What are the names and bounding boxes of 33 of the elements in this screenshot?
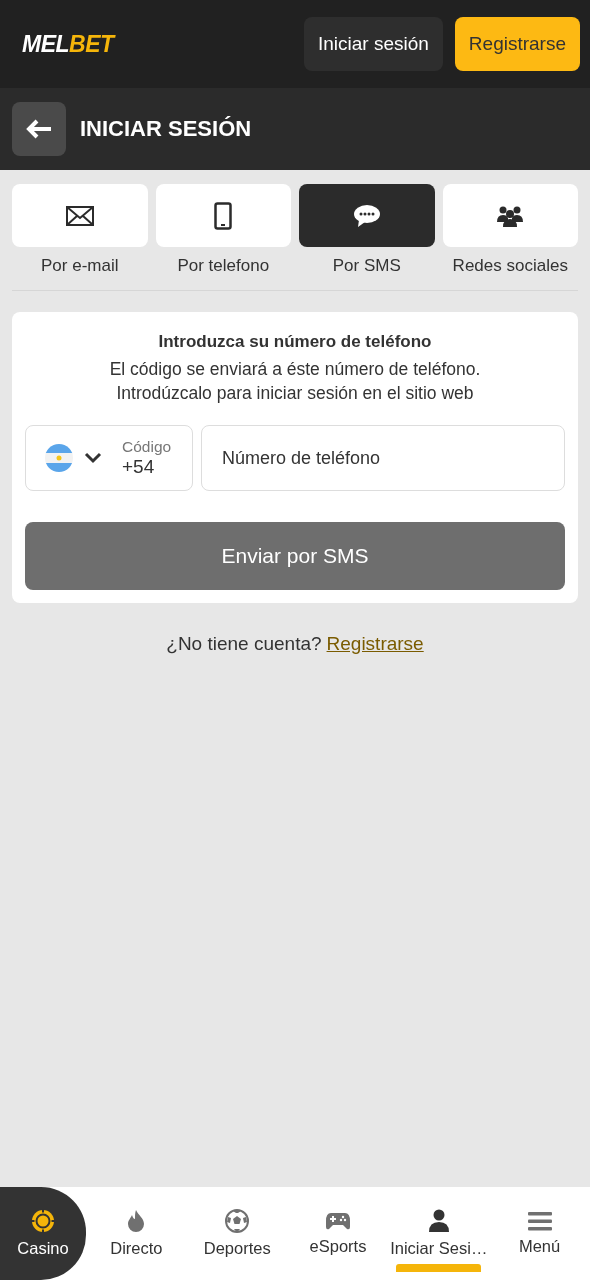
chat-bubble-icon [352, 203, 381, 228]
form-description: El código se enviará a éste número de teléfono. Introdúzcalo para iniciar sesión en el sitio web [109, 358, 481, 405]
menu-icon [527, 1211, 552, 1231]
nav-item[interactable]: eSports [287, 1187, 389, 1280]
flag-icon [44, 443, 74, 473]
nav-item[interactable]: Menú [489, 1187, 590, 1280]
login-button[interactable]: Iniciar sesión [303, 17, 443, 71]
signup-question: ¿No tiene cuenta? [166, 633, 322, 655]
form-title: Introduzca su número de teléfono [158, 332, 432, 352]
country-code-select[interactable]: Código +54 [25, 425, 193, 491]
code-label: Código [122, 438, 172, 456]
register-button[interactable]: Registrarse [454, 17, 580, 71]
nav-item[interactable]: Casino [0, 1187, 86, 1280]
back-button[interactable] [12, 102, 66, 156]
nav-item[interactable]: Directo [86, 1187, 187, 1280]
brand-logo: MELBET [22, 30, 114, 58]
phone-number-field[interactable]: Número de teléfono [201, 425, 565, 491]
casino-chip-icon [31, 1209, 55, 1233]
flame-icon [126, 1209, 147, 1233]
page-title: INICIAR SESIÓN [80, 116, 252, 142]
send-sms-button[interactable]: Enviar por SMS [25, 522, 565, 590]
back-arrow-icon [26, 119, 52, 139]
nav-item[interactable]: Iniciar Sesi… [388, 1187, 490, 1280]
user-icon [427, 1209, 450, 1233]
soccer-ball-icon [225, 1209, 250, 1233]
envelope-icon [65, 205, 94, 226]
group-icon [496, 204, 525, 227]
nav-item[interactable]: Deportes [186, 1187, 288, 1280]
chevron-down-icon [84, 452, 102, 464]
phone-icon [214, 201, 233, 230]
code-value: +54 [122, 456, 156, 478]
register-link[interactable]: Registrarse [326, 633, 424, 655]
gamepad-icon [325, 1211, 351, 1231]
